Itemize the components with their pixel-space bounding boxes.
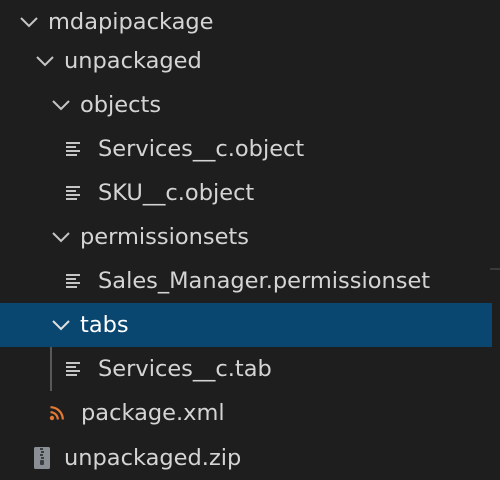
- chevron-down-icon[interactable]: [48, 312, 74, 338]
- chevron-down-icon[interactable]: [32, 48, 58, 74]
- tree-item-label: Services__c.object: [98, 135, 305, 162]
- tree-item-label: unpackaged: [64, 47, 202, 74]
- file-lines-icon: [63, 357, 85, 381]
- tree-item-sku-object[interactable]: SKU__c.object: [0, 171, 492, 215]
- file-lines-icon: [63, 181, 85, 205]
- chevron-down-icon[interactable]: [16, 9, 42, 35]
- file-lines-icon: [63, 137, 85, 161]
- tree-item-permissionsets[interactable]: permissionsets: [0, 215, 492, 259]
- tree-item-label: Sales_Manager.permissionset: [98, 267, 431, 294]
- chevron-down-icon[interactable]: [48, 92, 74, 118]
- rss-icon: [46, 401, 68, 425]
- tree-item-label: tabs: [80, 311, 129, 338]
- tree-item-label: SKU__c.object: [98, 179, 255, 206]
- tree-item-objects[interactable]: objects: [0, 83, 492, 127]
- file-explorer-tree: mdapipackage unpackaged objects Services…: [0, 0, 500, 480]
- zip-archive-icon: [31, 446, 53, 470]
- tree-item-services-tab[interactable]: Services__c.tab: [0, 347, 492, 391]
- tree-item-label: Services__c.tab: [98, 355, 272, 382]
- tree-item-services-object[interactable]: Services__c.object: [0, 127, 492, 171]
- tree-item-label: permissionsets: [80, 223, 249, 250]
- tree-item-mdapipackage[interactable]: mdapipackage: [0, 0, 492, 44]
- file-lines-icon: [63, 269, 85, 293]
- scrollbar-marker: [490, 268, 500, 270]
- tree-item-sales-manager-permissionset[interactable]: Sales_Manager.permissionset: [0, 259, 492, 303]
- chevron-down-icon[interactable]: [48, 224, 74, 250]
- tree-item-label: package.xml: [81, 399, 225, 426]
- tree-item-label: mdapipackage: [48, 8, 214, 35]
- tree-item-label: objects: [80, 91, 162, 118]
- tree-item-tabs[interactable]: tabs: [0, 303, 492, 347]
- scrollbar-track[interactable]: [492, 0, 500, 480]
- tree-item-label: unpackaged.zip: [64, 444, 242, 471]
- tree-item-unpackaged-zip[interactable]: unpackaged.zip: [0, 436, 492, 480]
- tree-item-unpackaged[interactable]: unpackaged: [0, 39, 492, 83]
- tree-item-package-xml[interactable]: package.xml: [0, 391, 492, 435]
